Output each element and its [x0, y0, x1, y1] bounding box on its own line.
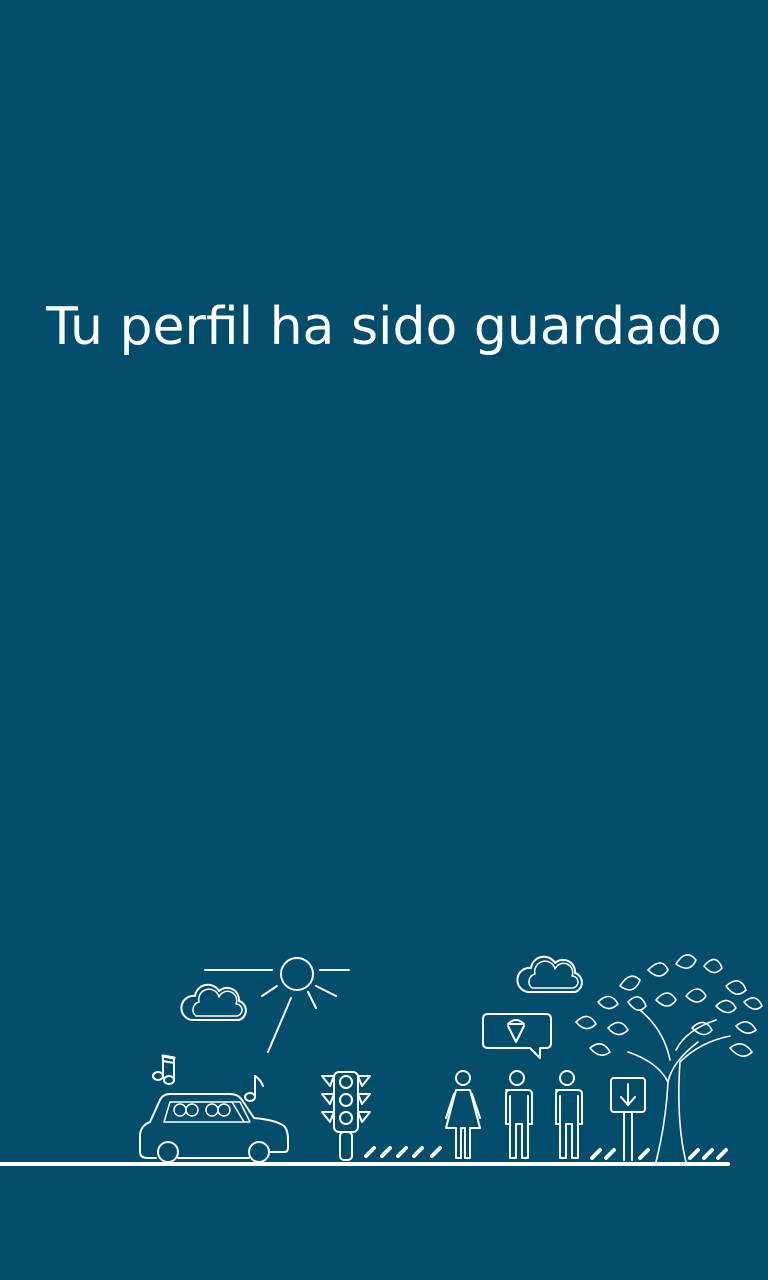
profile-saved-screen: Tu perfil ha sido guardado	[0, 0, 768, 1280]
tree-icon	[575, 954, 763, 1163]
sun-icon	[204, 957, 350, 1053]
ice-cream-speech-bubble-icon	[482, 1013, 552, 1059]
music-note-icon	[244, 1075, 264, 1102]
profile-saved-message: Tu perfil ha sido guardado	[46, 297, 722, 357]
car-icon	[139, 1093, 289, 1163]
cloud-icon	[516, 955, 583, 993]
bus-stop-sign-icon	[610, 1077, 646, 1161]
pedestrians-icon	[445, 1070, 583, 1159]
traffic-light-icon	[321, 1071, 371, 1161]
street-illustration	[0, 930, 768, 1180]
music-note-icon	[152, 1054, 176, 1085]
cloud-icon	[180, 983, 247, 1021]
road-markings	[364, 1146, 442, 1158]
